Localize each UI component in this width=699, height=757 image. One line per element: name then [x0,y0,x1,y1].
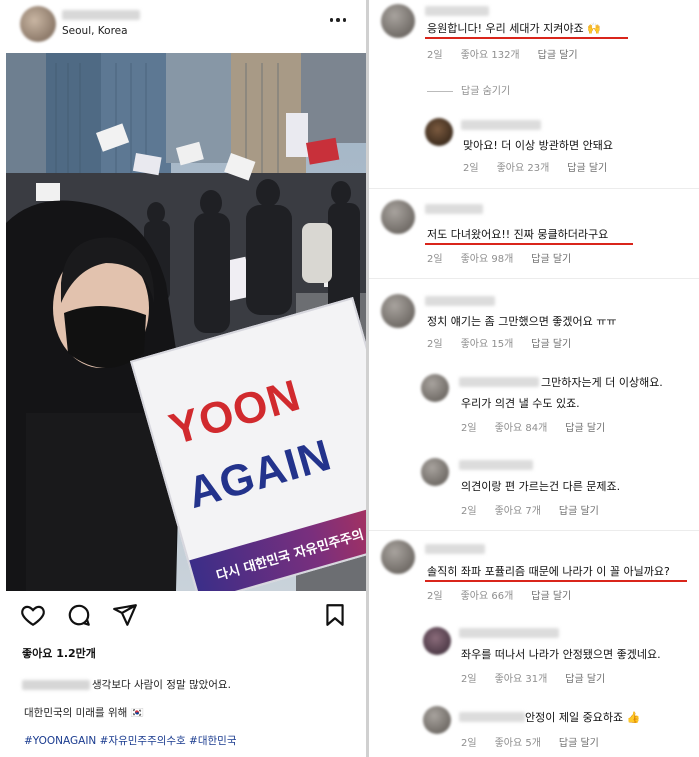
bookmark-icon[interactable] [322,602,348,628]
caption-line-2: 대한민국의 미래를 위해 🇰🇷 [24,707,144,719]
comment-icon[interactable] [66,602,92,628]
reply-button[interactable]: 답글 달기 [567,163,607,174]
commenter-avatar[interactable] [381,540,415,574]
reply-button[interactable]: 답글 달기 [538,50,578,61]
comment-meta: 2일 좋아요 7개 답글 달기 [461,502,617,517]
comment-text: 맞아요! 더 이상 방관하면 안돼요 [463,139,613,152]
comment-likes[interactable]: 좋아요 98개 [461,254,514,265]
commenter-name-redacted[interactable] [459,377,539,387]
reply-button[interactable]: 답글 달기 [531,591,571,602]
commenter-avatar[interactable] [421,374,449,402]
comment-age: 2일 [461,423,477,434]
highlight-underline [425,37,628,39]
comment-likes[interactable]: 좋아요 7개 [495,506,541,517]
commenter-avatar[interactable] [381,200,415,234]
comment-text: 의견이랑 편 가르는건 다른 문제죠. [461,480,621,493]
comment-age: 2일 [461,506,477,517]
commenter-avatar[interactable] [381,4,415,38]
instagram-post: Seoul, Korea YOON AGAIN 다시 대한민국 자유민주주의 좋… [0,0,366,757]
heart-icon[interactable] [20,602,46,628]
hashtags[interactable]: #YOONAGAIN #자유민주주의수호 #대한민국 [24,733,236,748]
commenter-avatar[interactable] [423,706,451,734]
comment-age: 2일 [427,50,443,61]
reply-button[interactable]: 답글 달기 [559,738,599,749]
comment-text: 솔직히 좌파 포퓰리즘 때문에 나라가 이 꼴 아닐까요? [427,565,670,578]
comment-age: 2일 [427,254,443,265]
caption-line-1: 생각보다 사람이 정말 많았어요. [92,679,231,691]
reply-button[interactable]: 답글 달기 [565,674,605,685]
commenter-name-redacted[interactable] [425,6,489,16]
comment-meta: 2일 좋아요 98개 답글 달기 [427,250,589,265]
comment-meta: 2일 좋아요 5개 답글 달기 [461,734,617,749]
author-name-redacted[interactable] [62,10,140,20]
comment-meta: 2일 좋아요 132개 답글 달기 [427,46,596,61]
hide-replies-button[interactable]: 답글 숨기기 [427,82,510,97]
commenter-avatar[interactable] [425,118,453,146]
like-count[interactable]: 좋아요 1.2만개 [22,645,96,661]
post-actions [20,602,350,630]
comment-text: 안정이 제일 중요하죠 👍 [525,711,641,724]
comment-meta: 2일 좋아요 15개 답글 달기 [427,335,589,350]
comment-separator [369,530,699,531]
share-icon[interactable] [112,602,138,628]
comment-separator [369,278,699,279]
commenter-name-redacted[interactable] [425,544,485,554]
comment-meta: 2일 좋아요 31개 답글 달기 [461,670,623,685]
comment-meta: 2일 좋아요 66개 답글 달기 [427,587,589,602]
comment-likes[interactable]: 좋아요 31개 [495,674,548,685]
comment-text: 응원합니다! 우리 세대가 지켜야죠 🙌 [427,22,601,35]
comment-age: 2일 [463,163,479,174]
reply-button[interactable]: 답글 달기 [531,339,571,350]
comment-text: 그만하자는게 더 이상해요. [541,376,663,389]
commenter-avatar[interactable] [421,458,449,486]
comment-text: 좌우를 떠나서 나라가 안정됐으면 좋겠네요. [461,648,661,661]
more-icon[interactable] [328,10,348,30]
comment-age: 2일 [427,591,443,602]
comment-age: 2일 [427,339,443,350]
comment-likes[interactable]: 좋아요 84개 [495,423,548,434]
commenter-name-redacted[interactable] [459,460,533,470]
highlight-underline [425,580,687,582]
commenter-name-redacted[interactable] [459,712,525,722]
post-header: Seoul, Korea [0,0,366,50]
comment-meta: 2일 좋아요 23개 답글 달기 [463,159,625,174]
comment-text: 저도 다녀왔어요!! 진짜 뭉클하더라구요 [427,228,609,241]
post-location[interactable]: Seoul, Korea [62,25,128,37]
comment-likes[interactable]: 좋아요 23개 [497,163,550,174]
comment-meta: 2일 좋아요 84개 답글 달기 [461,419,623,434]
reply-button[interactable]: 답글 달기 [565,423,605,434]
comments-panel: 응원합니다! 우리 세대가 지켜야죠 🙌 2일 좋아요 132개 답글 달기 답글 … [369,0,699,757]
post-photo[interactable]: YOON AGAIN 다시 대한민국 자유민주주의 수호 [6,53,366,591]
commenter-name-redacted[interactable] [425,296,495,306]
comment-age: 2일 [461,738,477,749]
comment-likes[interactable]: 좋아요 66개 [461,591,514,602]
caption-author-redacted[interactable] [22,680,90,690]
comment-likes[interactable]: 좋아요 15개 [461,339,514,350]
reply-button[interactable]: 답글 달기 [531,254,571,265]
commenter-avatar[interactable] [423,627,451,655]
comment-likes[interactable]: 좋아요 5개 [495,738,541,749]
comment-age: 2일 [461,674,477,685]
commenter-name-redacted[interactable] [425,204,483,214]
highlight-underline [425,243,633,245]
reply-button[interactable]: 답글 달기 [559,506,599,517]
commenter-name-redacted[interactable] [459,628,559,638]
commenter-name-redacted[interactable] [461,120,541,130]
comment-text-line-2: 우리가 의견 낼 수도 있죠. [461,397,580,410]
commenter-avatar[interactable] [381,294,415,328]
comment-separator [369,188,699,189]
comment-likes[interactable]: 좋아요 132개 [461,50,520,61]
author-avatar[interactable] [20,6,56,42]
comment-text: 정치 얘기는 좀 그만했으면 좋겠어요 ㅠㅠ [427,315,617,328]
